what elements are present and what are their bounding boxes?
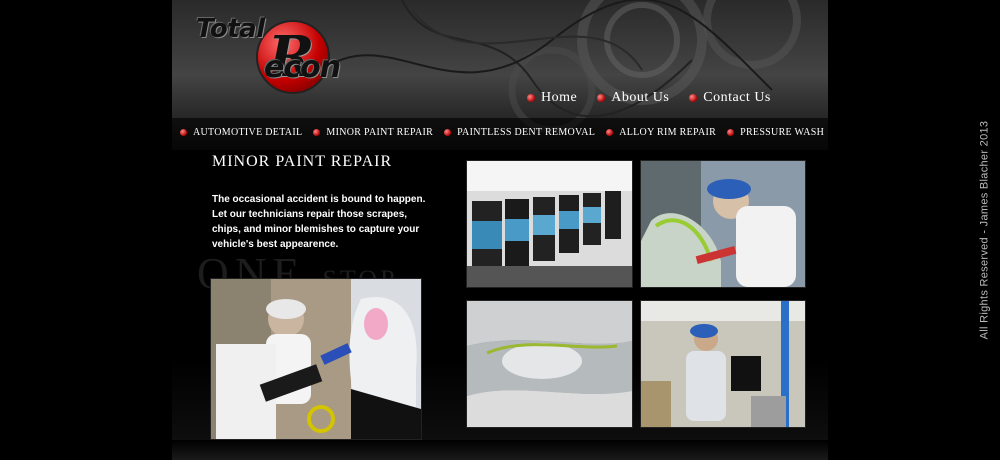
nav-home-label: Home (541, 90, 578, 105)
red-bullet-icon (606, 129, 614, 136)
service-paintless-dent-removal[interactable]: PAINTLESS DENT REMOVAL (444, 127, 595, 138)
nav-contact-us[interactable]: Contact Us (689, 90, 771, 106)
technician-spray-painting-photo (210, 278, 422, 440)
service-pressure-wash[interactable]: PRESSURE WASH (727, 127, 824, 138)
logo-word-total: Total (196, 14, 265, 44)
red-bullet-icon (727, 129, 735, 136)
service-automotive-detail[interactable]: AUTOMOTIVE DETAIL (180, 127, 302, 138)
main-nav: Home About Us Contact Us (527, 90, 771, 106)
red-bullet-icon (313, 129, 321, 136)
copyright-text: All Rights Reserved - James Blacher 2013 (978, 120, 990, 340)
footer-fade (172, 440, 828, 460)
paint-bottles-photo (466, 160, 633, 288)
nav-about-us-label: About Us (611, 90, 670, 105)
masked-bumper-photo (466, 300, 633, 428)
red-bullet-icon (689, 94, 698, 102)
service-alloy-rim-repair[interactable]: ALLOY RIM REPAIR (606, 127, 716, 138)
service-label: ALLOY RIM REPAIR (619, 127, 717, 138)
services-nav: AUTOMOTIVE DETAIL MINOR PAINT REPAIR PAI… (180, 127, 824, 138)
copyright-notice: All Rights Reserved - James Blacher 2013 (974, 0, 994, 460)
red-bullet-icon (527, 94, 535, 102)
nav-contact-us-label: Contact Us (703, 90, 771, 105)
logo-word-econ: econ (264, 50, 341, 85)
technician-painting-bumper-photo (640, 160, 806, 288)
service-minor-paint-repair[interactable]: MINOR PAINT REPAIR (313, 127, 433, 138)
service-label: AUTOMOTIVE DETAIL (193, 127, 303, 138)
nav-home[interactable]: Home (527, 90, 577, 106)
intro-paragraph: The occasional accident is bound to happ… (212, 194, 426, 250)
page-title: MINOR PAINT REPAIR (212, 153, 393, 170)
page-frame: R Total econ Home About Us Contact Us AU… (172, 0, 828, 460)
red-bullet-icon (180, 129, 187, 136)
service-label: PAINTLESS DENT REMOVAL (457, 127, 596, 138)
total-recon-logo[interactable]: R Total econ (194, 10, 384, 100)
nav-about-us[interactable]: About Us (597, 90, 669, 106)
red-bullet-icon (444, 129, 452, 136)
service-label: MINOR PAINT REPAIR (326, 127, 434, 138)
red-bullet-icon (597, 94, 606, 102)
technician-workshop-photo (640, 300, 806, 428)
service-label: PRESSURE WASH (740, 127, 825, 138)
